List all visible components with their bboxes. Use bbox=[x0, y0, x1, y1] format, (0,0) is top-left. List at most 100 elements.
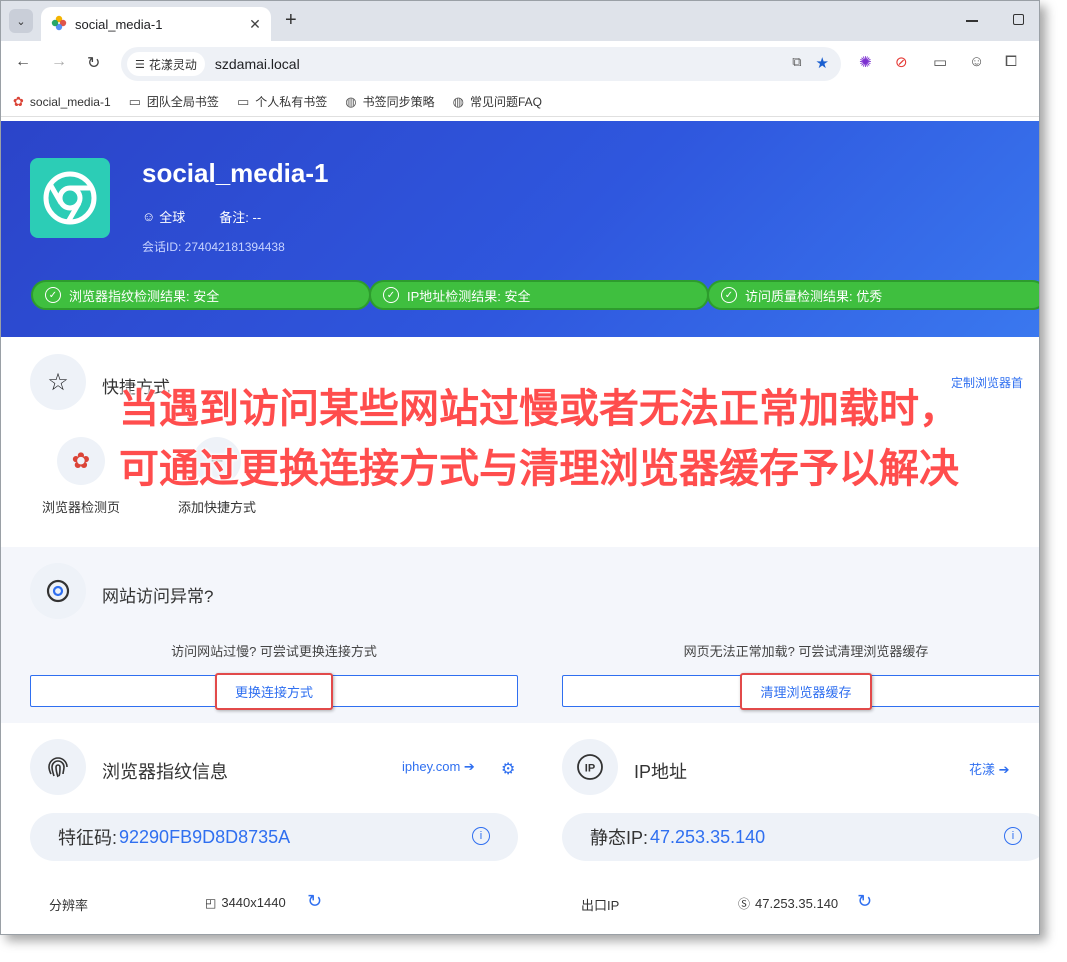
change-connection-button[interactable]: 更换连接方式 bbox=[30, 672, 518, 710]
refresh-icon[interactable]: ↻ bbox=[857, 891, 872, 912]
check-fingerprint: ✓ 浏览器指纹检测结果: 安全 bbox=[31, 280, 371, 310]
check-circle-icon: ✓ bbox=[721, 287, 737, 303]
fingerprint-code: 特征码: 92290FB9D8D8735A i bbox=[30, 813, 518, 861]
link-label: iphey.com bbox=[402, 759, 461, 774]
camera-icon[interactable]: ▭ bbox=[933, 53, 947, 71]
bookmark-label: 团队全局书签 bbox=[146, 95, 219, 109]
info-cards: 浏览器指纹信息 iphey.com ➔ ⚙ 特征码: 92290FB9D8D87… bbox=[1, 723, 1039, 934]
bookmark-label: 书签同步策略 bbox=[362, 95, 435, 109]
bookmark-label: social_media-1 bbox=[29, 94, 111, 109]
chrome-logo-icon bbox=[43, 171, 97, 225]
check-label: 浏览器指纹检测结果: 安全 bbox=[69, 288, 220, 304]
page-title: social_media-1 bbox=[142, 158, 329, 188]
translate-icon[interactable]: ⧉ bbox=[792, 54, 801, 72]
browser-window: ⌄ social_media-1 ✕ + ← → ↻ ☰ 花漾灵动 szdama… bbox=[0, 0, 1040, 935]
link-label: 花漾 bbox=[969, 762, 996, 777]
region-label: 全球 bbox=[159, 210, 186, 225]
annotation-line: 当遇到访问某些网站过慢或者无法正常加载时， bbox=[119, 387, 959, 431]
section-title: 网站访问异常? bbox=[102, 587, 214, 606]
refresh-icon[interactable]: ↻ bbox=[307, 891, 322, 912]
customize-home-link[interactable]: 定制浏览器首 bbox=[951, 374, 1023, 391]
chrome-icon bbox=[30, 563, 86, 619]
hint-slow: 访问网站过慢? 可尝试更换连接方式 bbox=[171, 644, 377, 659]
value-text: 3440x1440 bbox=[221, 895, 286, 910]
fingerprint-icon bbox=[30, 739, 86, 795]
static-ip: 静态IP: 47.253.35.140 i bbox=[562, 813, 1039, 861]
site-chip-label: 花漾灵动 bbox=[148, 57, 197, 72]
dollar-circle-icon: Ⓢ bbox=[738, 897, 751, 911]
bookmark-item[interactable]: ▭ 团队全局书签 bbox=[129, 93, 219, 110]
exit-ip-label: 出口IP bbox=[581, 898, 620, 913]
shortcut-label: 浏览器检测页 bbox=[41, 500, 120, 515]
maximize-button[interactable] bbox=[1013, 14, 1024, 25]
screen-icon: ◰ bbox=[205, 895, 217, 910]
close-icon[interactable]: ✕ bbox=[245, 16, 265, 33]
button-label: 更换连接方式 bbox=[214, 672, 333, 710]
tab-strip: ⌄ social_media-1 ✕ + bbox=[1, 1, 1039, 41]
check-circle-icon: ✓ bbox=[383, 287, 399, 303]
check-label: IP地址检测结果: 安全 bbox=[407, 288, 531, 304]
check-ip: ✓ IP地址检测结果: 安全 bbox=[369, 280, 709, 310]
note-label: 备注: -- bbox=[219, 210, 262, 225]
annotation-overlay: 当遇到访问某些网站过慢或者无法正常加载时， 可通过更换连接方式与清理浏览器缓存予… bbox=[119, 379, 959, 499]
bookmark-label: 常见问题FAQ bbox=[469, 95, 542, 109]
resolution-value: ◰ 3440x1440 bbox=[205, 895, 286, 910]
robot-icon[interactable]: ☺ bbox=[969, 53, 984, 70]
info-icon[interactable]: i bbox=[1004, 827, 1022, 845]
folder-icon: ▭ bbox=[236, 93, 250, 109]
ip-title: IP地址 bbox=[634, 762, 688, 782]
annotation-line: 可通过更换连接方式与清理浏览器缓存予以解决 bbox=[119, 447, 959, 491]
bookmark-item[interactable]: ◍ 书签同步策略 bbox=[345, 93, 434, 110]
back-icon[interactable]: ← bbox=[15, 53, 31, 71]
code-label: 特征码: bbox=[58, 828, 118, 848]
bookmark-star-icon[interactable]: ★ bbox=[816, 54, 829, 72]
bookmark-item[interactable]: ✿ social_media-1 bbox=[13, 94, 111, 110]
bookmark-item[interactable]: ▭ 个人私有书签 bbox=[237, 93, 327, 110]
pinwheel-icon: ✿ bbox=[13, 93, 24, 109]
svg-text:IP: IP bbox=[585, 763, 595, 775]
shortcut-browser-check[interactable]: ✿ 浏览器检测页 bbox=[37, 437, 125, 516]
app-logo bbox=[30, 158, 110, 238]
bookmark-label: 个人私有书签 bbox=[255, 95, 328, 109]
extensions-puzzle-icon[interactable]: ⧠ bbox=[1005, 53, 1017, 70]
block-icon[interactable]: ⊘ bbox=[895, 53, 908, 71]
button-label: 清理浏览器缓存 bbox=[740, 672, 872, 710]
code-value: 92290FB9D8D8735A bbox=[119, 826, 291, 847]
hero-banner: social_media-1 ☺ 全球 备注: -- 会话ID: 2740421… bbox=[1, 121, 1039, 337]
globe-icon: ◍ bbox=[452, 93, 464, 109]
check-circle-icon: ✓ bbox=[45, 287, 61, 303]
reload-icon[interactable]: ↻ bbox=[87, 53, 100, 73]
address-toolbar: ← → ↻ ☰ 花漾灵动 szdamai.local ⧉ ★ bbox=[1, 41, 1039, 87]
static-ip-label: 静态IP: bbox=[590, 828, 649, 848]
tab-title: social_media-1 bbox=[75, 16, 163, 32]
extension-flower-icon[interactable]: ✺ bbox=[859, 53, 872, 71]
shortcut-label: 添加快捷方式 bbox=[177, 500, 256, 515]
arrow-circle-icon: ➔ bbox=[463, 759, 475, 774]
check-label: 访问质量检测结果: 优秀 bbox=[745, 288, 883, 304]
iphey-link[interactable]: iphey.com ➔ bbox=[402, 759, 475, 775]
new-tab-button[interactable]: + bbox=[285, 9, 297, 32]
site-chip[interactable]: ☰ 花漾灵动 bbox=[127, 52, 205, 76]
pinwheel-icon: ✿ bbox=[57, 437, 105, 485]
huayang-link[interactable]: 花漾 ➔ bbox=[969, 759, 1010, 778]
static-ip-value: 47.253.35.140 bbox=[650, 826, 766, 847]
minimize-button[interactable] bbox=[966, 20, 978, 22]
fingerprint-title: 浏览器指纹信息 bbox=[102, 762, 228, 782]
tab-active[interactable]: social_media-1 ✕ bbox=[41, 7, 271, 41]
resolution-label: 分辨率 bbox=[49, 898, 89, 913]
gear-icon[interactable]: ⚙ bbox=[501, 759, 515, 779]
value-text: 47.253.35.140 bbox=[755, 896, 839, 911]
ip-icon: IP bbox=[562, 739, 618, 795]
tune-icon: ☰ bbox=[135, 58, 145, 71]
bookmark-item[interactable]: ◍ 常见问题FAQ bbox=[453, 93, 542, 110]
check-results: ✓ 浏览器指纹检测结果: 安全 ✓ IP地址检测结果: 安全 ✓ 访问质量检测结果: … bbox=[31, 280, 1039, 310]
exit-ip-value: Ⓢ 47.253.35.140 bbox=[738, 895, 838, 912]
forward-icon[interactable]: → bbox=[51, 53, 67, 71]
tab-search-button[interactable]: ⌄ bbox=[9, 9, 33, 33]
omnibox[interactable]: ☰ 花漾灵动 szdamai.local ⧉ ★ bbox=[121, 47, 841, 81]
url-text[interactable]: szdamai.local bbox=[215, 56, 300, 72]
access-anomaly-section: 网站访问异常? 访问网站过慢? 可尝试更换连接方式 网页无法正常加载? 可尝试清… bbox=[1, 547, 1039, 723]
clear-cache-button[interactable]: 清理浏览器缓存 bbox=[562, 672, 1039, 710]
session-id: 会话ID: 274042181394438 bbox=[142, 240, 285, 254]
info-icon[interactable]: i bbox=[472, 827, 490, 845]
